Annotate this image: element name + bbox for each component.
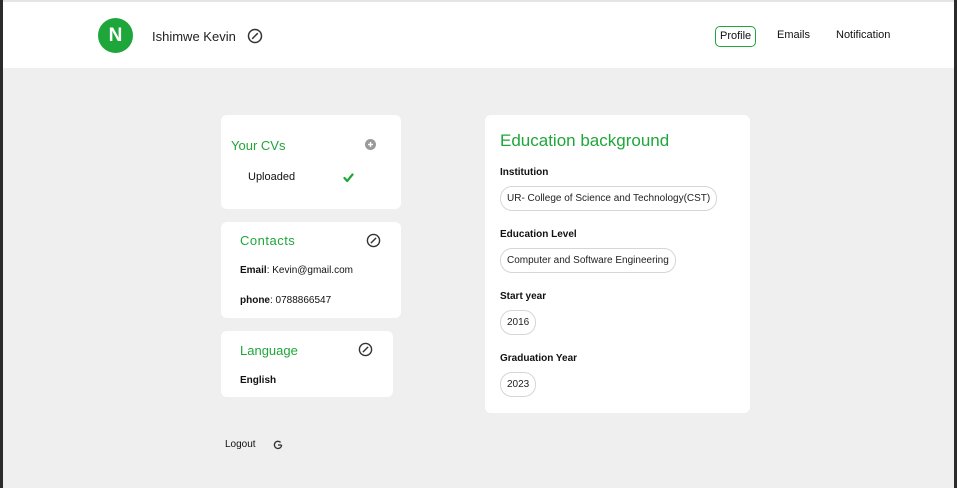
tab-emails[interactable]: Emails bbox=[773, 26, 814, 47]
email-value: : Kevin@gmail.com bbox=[266, 265, 353, 276]
edit-language-icon[interactable] bbox=[358, 342, 373, 357]
graduation-year-label: Graduation Year bbox=[500, 353, 578, 364]
language-card: Language English bbox=[221, 331, 393, 397]
language-title: Language bbox=[240, 343, 298, 358]
phone-label: phone bbox=[240, 295, 270, 306]
contacts-title: Contacts bbox=[240, 233, 296, 248]
contacts-card: Contacts Email: Kevin@gmail.com phone: 0… bbox=[221, 222, 401, 318]
logout-icon bbox=[273, 440, 283, 450]
cvs-card: Your CVs Uploaded bbox=[221, 115, 401, 209]
email-row: Email: Kevin@gmail.com bbox=[240, 265, 353, 276]
phone-value: : 0788866547 bbox=[270, 295, 332, 306]
education-level-field[interactable]: Computer and Software Engineering bbox=[500, 248, 676, 273]
start-year-field[interactable]: 2016 bbox=[500, 310, 537, 335]
check-icon bbox=[343, 173, 354, 183]
tab-notification[interactable]: Notification bbox=[832, 26, 894, 47]
education-card: Education background Institution UR- Col… bbox=[485, 115, 750, 413]
start-year-label: Start year bbox=[500, 291, 547, 302]
username: Ishimwe Kevin bbox=[152, 29, 236, 44]
edit-profile-icon[interactable] bbox=[247, 28, 263, 44]
app-frame: N Ishimwe Kevin Profile Emails Notificat… bbox=[3, 0, 954, 488]
tab-profile[interactable]: Profile bbox=[715, 26, 757, 47]
top-bar: N Ishimwe Kevin Profile Emails Notificat… bbox=[3, 0, 954, 68]
institution-field[interactable]: UR- College of Science and Technology(CS… bbox=[500, 186, 718, 211]
phone-row: phone: 0788866547 bbox=[240, 295, 331, 306]
cvs-title: Your CVs bbox=[231, 138, 286, 153]
edit-contacts-icon[interactable] bbox=[366, 233, 381, 248]
education-title: Education background bbox=[500, 131, 670, 150]
cv-status: Uploaded bbox=[248, 171, 296, 183]
add-cv-icon[interactable] bbox=[365, 139, 376, 150]
logout-label: Logout bbox=[225, 439, 256, 450]
avatar[interactable]: N bbox=[98, 18, 133, 53]
graduation-year-field[interactable]: 2023 bbox=[500, 372, 537, 397]
language-value: English bbox=[240, 375, 277, 386]
email-label: Email bbox=[240, 265, 267, 276]
education-level-label: Education Level bbox=[500, 229, 577, 240]
institution-label: Institution bbox=[500, 167, 549, 178]
